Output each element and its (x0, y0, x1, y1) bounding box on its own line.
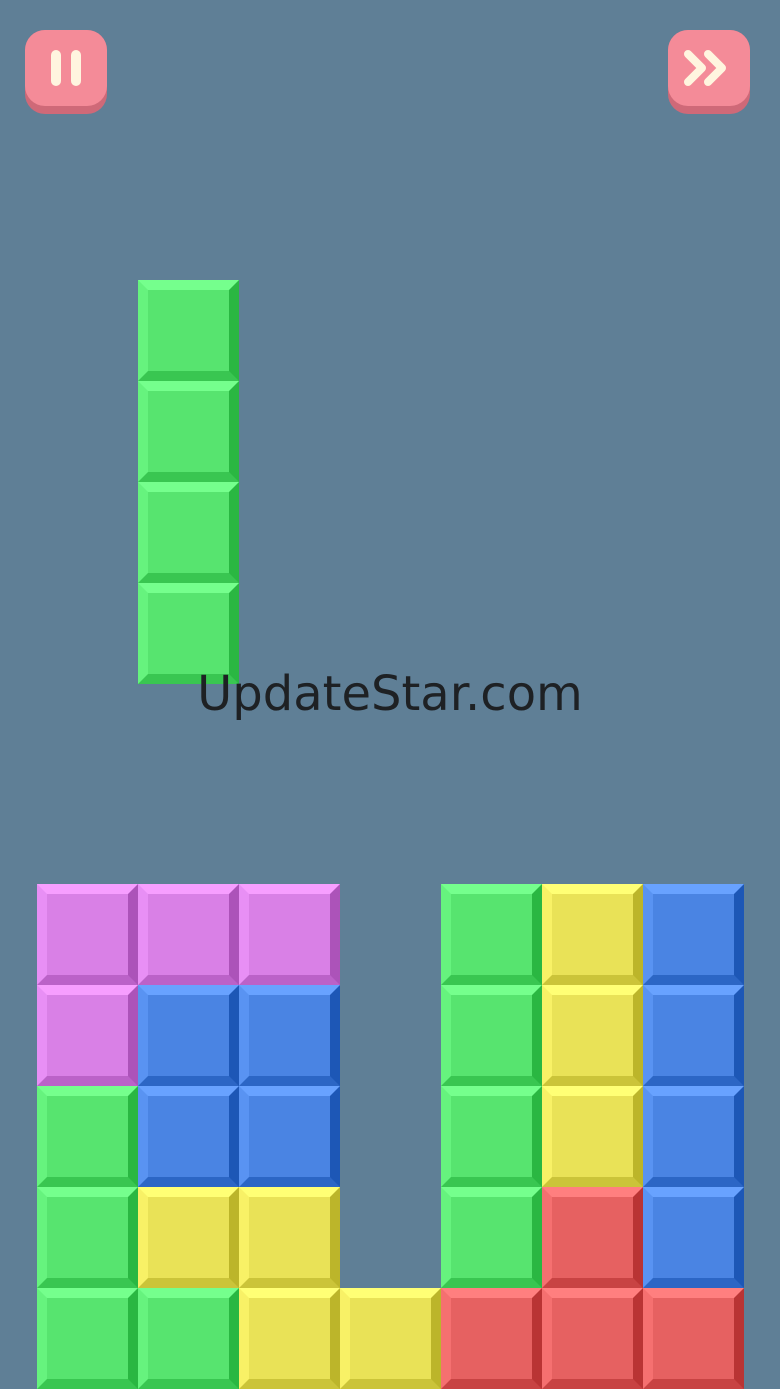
stack-block-yellow (239, 1288, 340, 1389)
stack-block-green (138, 1288, 239, 1389)
stack-block-blue (138, 985, 239, 1086)
stack-block-green (37, 1288, 138, 1389)
stack-block-blue (643, 1187, 744, 1288)
falling-piece-block (138, 381, 239, 482)
pause-button[interactable] (25, 30, 107, 114)
stack-block-blue (239, 1086, 340, 1187)
stack-block-red (441, 1288, 542, 1389)
stack-block-green (441, 1187, 542, 1288)
stack-block-green (441, 884, 542, 985)
stack-block-blue (643, 1086, 744, 1187)
stack-block-purple (138, 884, 239, 985)
fast-forward-button[interactable] (668, 30, 750, 114)
stack-block-red (542, 1187, 643, 1288)
stack-block-purple (239, 884, 340, 985)
stack-block-red (643, 1288, 744, 1389)
falling-piece-block (138, 482, 239, 583)
stack-block-blue (643, 985, 744, 1086)
watermark-text: UpdateStar.com (197, 666, 583, 722)
fast-forward-button-face[interactable] (668, 30, 750, 106)
stack-block-purple (37, 985, 138, 1086)
stack-block-yellow (542, 985, 643, 1086)
pause-icon (51, 50, 81, 86)
stack-block-green (441, 985, 542, 1086)
stack-block-yellow (542, 884, 643, 985)
stack-block-yellow (239, 1187, 340, 1288)
stack-block-yellow (138, 1187, 239, 1288)
fast-forward-icon (684, 50, 726, 86)
stack-block-yellow (340, 1288, 441, 1389)
stack-block-purple (37, 884, 138, 985)
stack-block-blue (643, 884, 744, 985)
stack-block-green (37, 1086, 138, 1187)
stack-block-green (441, 1086, 542, 1187)
stack-block-green (37, 1187, 138, 1288)
stack-block-red (542, 1288, 643, 1389)
falling-piece-block (138, 280, 239, 381)
stack-block-blue (138, 1086, 239, 1187)
pause-button-face[interactable] (25, 30, 107, 106)
stack-block-yellow (542, 1086, 643, 1187)
stack-block-blue (239, 985, 340, 1086)
